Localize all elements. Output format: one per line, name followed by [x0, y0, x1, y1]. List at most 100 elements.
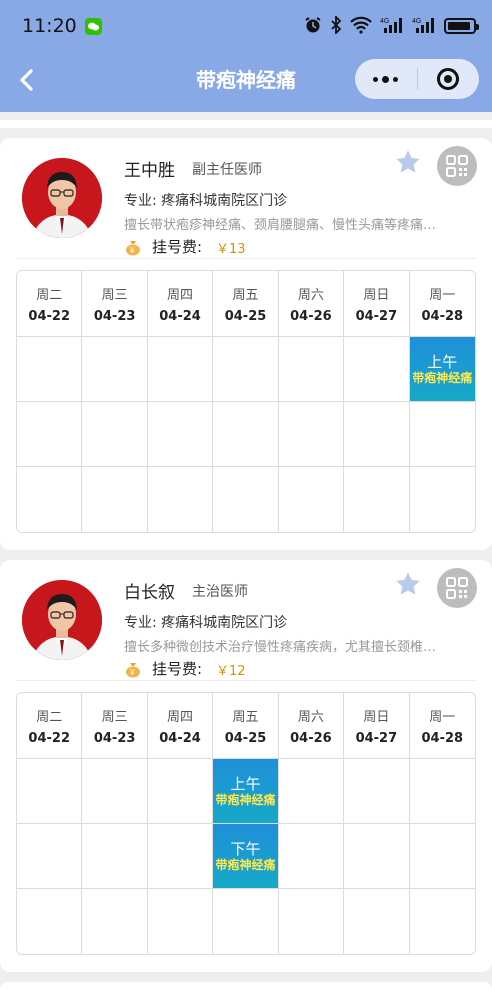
schedule-day-header: 周六 04-26	[278, 271, 345, 337]
schedule-cell	[409, 824, 475, 889]
cellular-signal-icon-2: 4G	[412, 16, 436, 37]
schedule-cell	[148, 467, 214, 532]
qr-code-button[interactable]	[437, 568, 477, 608]
divider	[16, 258, 476, 259]
qr-code-button[interactable]	[437, 146, 477, 186]
divider	[16, 680, 476, 681]
schedule-cell	[147, 337, 214, 402]
schedule-cell	[213, 889, 279, 954]
favorite-star-icon[interactable]	[394, 148, 422, 176]
schedule-day-header: 周三 04-23	[82, 693, 148, 759]
schedule-cell: 上午 带疱神经痛	[213, 759, 279, 824]
schedule-cell	[344, 889, 410, 954]
schedule-cell	[279, 467, 345, 532]
slot-time: 下午	[230, 839, 261, 858]
schedule-cell	[344, 467, 410, 532]
svg-text:4G: 4G	[380, 18, 389, 25]
schedule-day-header: 周五 04-25	[213, 271, 279, 337]
fee-label: 挂号费:	[152, 660, 203, 678]
schedule-cell	[279, 889, 345, 954]
schedule-day-header: 周二 04-22	[17, 693, 83, 759]
battery-icon	[444, 18, 479, 34]
more-button[interactable]	[355, 59, 417, 99]
schedule-cell	[17, 824, 83, 889]
schedule-cell	[82, 467, 148, 532]
doctor-specialty: 专业: 疼痛科城南院区门诊	[124, 193, 288, 209]
doctor-title: 副主任医师	[192, 162, 262, 178]
svg-text:4G: 4G	[412, 18, 421, 25]
fee-value: ￥12	[216, 664, 246, 679]
doctor-name: 白长叙	[124, 583, 175, 603]
status-icons: 4G 4G	[304, 14, 479, 37]
schedule-cell	[344, 759, 410, 824]
schedule-cell	[213, 402, 279, 467]
schedule-day-header: 周二 04-22	[17, 271, 83, 337]
wechat-notification-icon	[84, 17, 102, 35]
doctor-avatar	[22, 158, 102, 238]
schedule-day-header: 周日 04-27	[344, 693, 410, 759]
schedule-cell	[17, 889, 83, 954]
svg-text:¥: ¥	[129, 246, 135, 255]
schedule-day-header: 周六 04-26	[278, 693, 345, 759]
target-icon	[437, 68, 460, 90]
schedule-cell	[82, 337, 148, 402]
schedule-day-header: 周一 04-28	[409, 693, 475, 759]
schedule-cell	[147, 824, 214, 889]
schedule-cell	[82, 889, 148, 954]
appointment-slot[interactable]: 上午 带疱神经痛	[213, 759, 278, 823]
schedule-cell	[17, 402, 83, 467]
schedule-cell	[410, 889, 475, 954]
doctor-card[interactable]: 王中胜 副主任医师 专业: 疼痛科城南院区门诊 擅长带状疱疹神经痛、颈肩腰腿痛、…	[0, 138, 492, 550]
favorite-star-icon[interactable]	[394, 570, 422, 598]
schedule-cell	[278, 337, 345, 402]
schedule-cell	[278, 759, 345, 824]
schedule-table: 周二 04-22 周三 04-23 周四 04-24 周五 04-25 周六 04-26 …	[16, 270, 476, 533]
schedule-cell	[17, 759, 83, 824]
schedule-cell	[82, 759, 148, 824]
money-bag-icon: ¥	[126, 241, 140, 256]
appointment-slot[interactable]: 下午 带疱神经痛	[213, 824, 278, 888]
fee-value: ￥13	[216, 242, 246, 257]
schedule-cell: 下午 带疱神经痛	[213, 824, 279, 889]
schedule-cell	[410, 467, 475, 532]
fee-label: 挂号费:	[152, 238, 203, 256]
more-icon	[373, 76, 379, 82]
doctor-card[interactable]: 白长叙 主治医师 专业: 疼痛科城南院区门诊 擅长多种微创技术治疗慢性疼痛疾病，…	[0, 560, 492, 972]
doctor-skill: 擅长多种微创技术治疗慢性疼痛疾病，尤其擅长颈椎…	[124, 640, 437, 655]
schedule-day-header: 周一 04-28	[409, 271, 475, 337]
doctor-name: 王中胜	[124, 161, 175, 181]
schedule-cell	[213, 337, 279, 402]
nav-bar: 带疱神经痛	[0, 52, 492, 108]
schedule-table: 周二 04-22 周三 04-23 周四 04-24 周五 04-25 周六 04-26 …	[16, 692, 476, 955]
schedule-cell	[17, 337, 83, 402]
schedule-cell	[409, 759, 475, 824]
status-bar: 11:20 4G 4G	[0, 0, 492, 52]
svg-text:¥: ¥	[129, 668, 135, 677]
schedule-cell	[344, 824, 410, 889]
schedule-cell	[17, 467, 83, 532]
doctor-specialty: 专业: 疼痛科城南院区门诊	[124, 615, 288, 631]
slot-dept: 带疱神经痛	[215, 792, 276, 807]
bluetooth-icon	[330, 14, 342, 37]
schedule-day-header: 周日 04-27	[344, 271, 410, 337]
slot-dept: 带疱神经痛	[215, 857, 276, 872]
status-time: 11:20	[22, 15, 77, 37]
schedule-day-header: 周四 04-24	[147, 271, 214, 337]
schedule-day-header: 周五 04-25	[213, 693, 279, 759]
schedule-cell	[344, 402, 410, 467]
schedule-cell: 上午 带疱神经痛	[409, 337, 475, 402]
schedule-cell	[213, 467, 279, 532]
doctor-avatar	[22, 580, 102, 660]
doctor-skill: 擅长带状疱疹神经痛、颈肩腰腿痛、慢性头痛等疼痛…	[124, 218, 437, 233]
qr-code-icon	[446, 155, 468, 177]
cellular-signal-icon: 4G	[380, 16, 404, 37]
schedule-cell	[409, 402, 475, 467]
appointment-slot[interactable]: 上午 带疱神经痛	[409, 337, 475, 401]
app-header: 11:20 4G 4G 带疱神经痛	[0, 0, 492, 112]
next-card-edge	[0, 982, 492, 990]
close-mini-program-button[interactable]	[417, 59, 479, 99]
slot-dept: 带疱神经痛	[412, 370, 473, 385]
doctor-title: 主治医师	[192, 584, 248, 600]
slot-time: 上午	[427, 352, 458, 371]
qr-code-icon	[446, 577, 468, 599]
